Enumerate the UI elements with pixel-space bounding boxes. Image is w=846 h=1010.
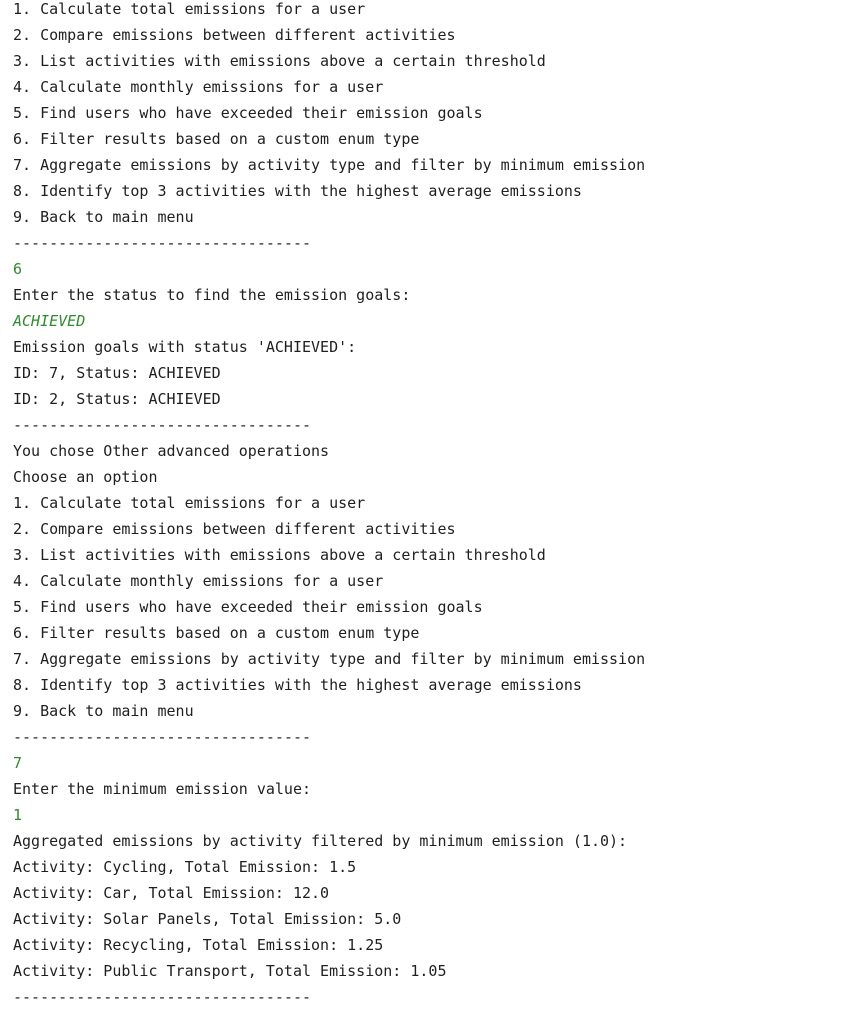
console-line: Activity: Car, Total Emission: 12.0: [13, 884, 330, 902]
console-line: 6. Filter results based on a custom enum…: [13, 624, 420, 642]
console-output[interactable]: 1. Calculate total emissions for a user 2…: [13, 0, 846, 1010]
console-line: 2. Compare emissions between different a…: [13, 26, 456, 44]
console-line: Emission goals with status 'ACHIEVED':: [13, 338, 357, 356]
console-line: Activity: Recycling, Total Emission: 1.2…: [13, 936, 384, 954]
console-line: 2. Compare emissions between different a…: [13, 520, 456, 538]
console-line: 3. List activities with emissions above …: [13, 52, 546, 70]
console-line: 3. List activities with emissions above …: [13, 546, 546, 564]
console-line: 8. Identify top 3 activities with the hi…: [13, 182, 582, 200]
separator-line: ---------------------------------: [13, 234, 312, 252]
console-line: Enter the minimum emission value:: [13, 780, 312, 798]
console-line: Activity: Public Transport, Total Emissi…: [13, 962, 447, 980]
console-line: 9. Back to main menu: [13, 208, 194, 226]
console-line: Choose an option: [13, 468, 158, 486]
console-line: 5. Find users who have exceeded their em…: [13, 104, 483, 122]
console-line: 5. Find users who have exceeded their em…: [13, 598, 483, 616]
console-line: ID: 2, Status: ACHIEVED: [13, 390, 221, 408]
separator-line: ---------------------------------: [13, 988, 312, 1006]
console-line: 1. Calculate total emissions for a user: [13, 494, 366, 512]
console-line: 7. Aggregate emissions by activity type …: [13, 650, 646, 668]
console-line: 8. Identify top 3 activities with the hi…: [13, 676, 582, 694]
console-line: ID: 7, Status: ACHIEVED: [13, 364, 221, 382]
console-line: 7. Aggregate emissions by activity type …: [13, 156, 646, 174]
user-input-line: 6: [13, 260, 23, 278]
console-line: Aggregated emissions by activity filtere…: [13, 832, 628, 850]
separator-line: ---------------------------------: [13, 728, 312, 746]
console-line: 1. Calculate total emissions for a user: [13, 0, 366, 18]
console-line: 4. Calculate monthly emissions for a use…: [13, 78, 384, 96]
user-input-line: 7: [13, 754, 23, 772]
user-input-line: 1: [13, 806, 23, 824]
console-line: 9. Back to main menu: [13, 702, 194, 720]
console-line: Enter the status to find the emission go…: [13, 286, 411, 304]
separator-line: ---------------------------------: [13, 416, 312, 434]
user-input-line: ACHIEVED: [13, 312, 86, 330]
console-line: You chose Other advanced operations: [13, 442, 330, 460]
console-line: Activity: Cycling, Total Emission: 1.5: [13, 858, 357, 876]
console-line: Activity: Solar Panels, Total Emission: …: [13, 910, 402, 928]
console-line: 4. Calculate monthly emissions for a use…: [13, 572, 384, 590]
console-line: 6. Filter results based on a custom enum…: [13, 130, 420, 148]
